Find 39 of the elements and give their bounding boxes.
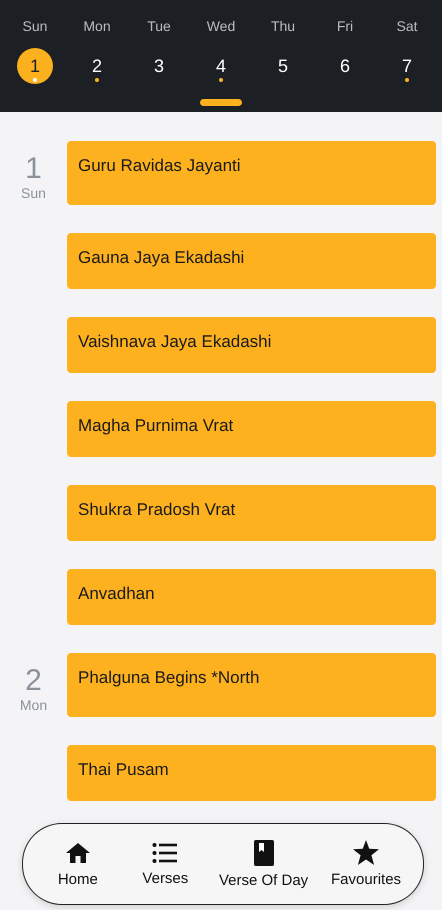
event-card[interactable]: Shukra Pradosh Vrat [67,485,436,541]
nav-button[interactable]: Home [33,840,123,888]
event-card[interactable]: Anvadhan [67,569,436,625]
event-card[interactable]: Thai Pusam [67,745,436,801]
date-button[interactable]: 6 [327,48,363,84]
nav-button[interactable]: Verse Of Day [208,840,320,888]
book-icon [252,840,275,866]
event-card[interactable]: Gauna Jaya Ekadashi [67,233,436,289]
weekday-label: Thu [270,17,296,36]
event-card[interactable]: Magha Purnima Vrat [67,401,436,457]
date-button[interactable]: 4 [203,48,239,84]
date-button[interactable]: 1 [17,48,53,84]
weekday-label: Tue [147,17,171,36]
event-card[interactable]: Phalguna Begins *North [67,653,436,717]
event-card[interactable]: Vaishnava Jaya Ekadashi [67,317,436,373]
star-icon [353,840,380,865]
day-number: 2 [25,665,42,697]
weekday-label: Wed [206,17,236,36]
event-dot-icon [219,78,223,82]
day-name: Mon [20,697,48,713]
home-icon [64,840,91,864]
date-button[interactable]: 3 [141,48,177,84]
weekday-label: Sat [396,17,418,36]
weekday-label: Fri [336,17,354,36]
weekday-label: Sun [22,17,48,36]
list-icon [152,842,178,864]
weekday-label: Mon [83,17,111,36]
day-name: Sun [21,185,46,201]
event-dot-icon [405,78,409,82]
date-button[interactable]: 5 [265,48,301,84]
date-button[interactable]: 2 [79,48,115,84]
event-dot-icon [95,78,99,82]
event-card[interactable]: Guru Ravidas Jayanti [67,141,436,205]
nav-button[interactable]: Favourites [319,840,413,888]
day-number: 1 [25,153,42,185]
event-dot-icon [33,78,37,82]
drag-handle[interactable] [200,99,242,106]
nav-button[interactable]: Verses [122,842,208,886]
date-button[interactable]: 7 [389,48,425,84]
